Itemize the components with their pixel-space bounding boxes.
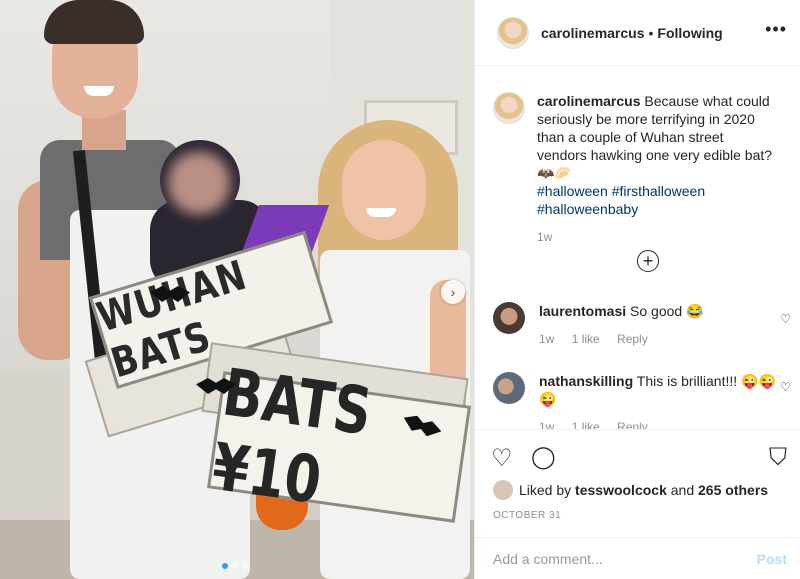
hashtag-link[interactable]: #firsthalloween	[612, 183, 705, 199]
author-avatar[interactable]	[497, 16, 529, 49]
add-comment-input[interactable]	[493, 551, 733, 567]
comment-body: nathanskilling This is brilliant!!! 😜😜😜 …	[539, 372, 779, 429]
comment-meta: 1w 1 like Reply	[539, 330, 779, 348]
carousel-dots	[222, 563, 248, 569]
woman-face	[342, 140, 426, 240]
following-button[interactable]: Following	[657, 25, 722, 41]
reply-button[interactable]: Reply	[617, 332, 648, 346]
more-options-icon[interactable]: •••	[765, 20, 787, 38]
comment-time[interactable]: 1w	[539, 332, 554, 346]
liker-username[interactable]: tesswoolcock	[575, 482, 667, 498]
woman-smile	[366, 208, 396, 217]
comment-username[interactable]: laurentomasi	[539, 303, 626, 319]
carousel-dot[interactable]	[232, 563, 238, 569]
likes-and: and	[670, 482, 695, 498]
man-hair	[44, 0, 144, 44]
commenter-avatar[interactable]	[493, 302, 525, 334]
comment-likes[interactable]: 1 like	[572, 420, 600, 429]
sign-bats-price: BATS ¥10	[207, 356, 471, 523]
post-photo[interactable]: WUHAN BATS BATS ¥10 ›	[0, 0, 474, 579]
likes-prefix: Liked by	[519, 482, 572, 498]
caption-avatar[interactable]	[493, 92, 525, 124]
comment-bubble-icon[interactable]: ◯	[531, 444, 556, 470]
bookmark-icon[interactable]: ⛉	[769, 444, 787, 472]
post-date[interactable]: OCTOBER 31	[493, 510, 561, 521]
comment-likes[interactable]: 1 like	[572, 332, 600, 346]
like-comment-heart-icon[interactable]: ♡	[780, 312, 791, 326]
comment-meta: 1w 1 like Reply	[539, 418, 779, 429]
add-comment-bar: Post	[475, 537, 800, 579]
hashtag-link[interactable]: #halloween	[537, 183, 608, 199]
likes-summary: Liked by tesswoolcock and 265 others	[493, 480, 768, 500]
liker-avatar[interactable]	[493, 480, 513, 500]
likes-others-link[interactable]: 265 others	[698, 482, 768, 498]
like-comment-heart-icon[interactable]: ♡	[780, 380, 791, 394]
caption-username[interactable]: carolinemarcus	[537, 93, 641, 109]
caption-row: carolinemarcus Because what could seriou…	[493, 92, 777, 246]
plus-circle-icon: +	[642, 251, 654, 271]
comment-text: So good 😂	[630, 303, 704, 319]
comments-section[interactable]: carolinemarcus Because what could seriou…	[475, 66, 800, 429]
action-bar: ♡ ◯ ⛉ Liked by tesswoolcock and 265 othe…	[475, 429, 800, 579]
chevron-right-icon: ›	[450, 284, 456, 300]
post-comment-button[interactable]: Post	[757, 551, 787, 567]
commenter-avatar[interactable]	[493, 372, 525, 404]
post-side-panel: carolinemarcus • Following ••• carolinem…	[474, 0, 800, 579]
header-separator: •	[648, 24, 654, 41]
like-heart-icon[interactable]: ♡	[491, 444, 513, 473]
comment-body: laurentomasi So good 😂 1w 1 like Reply	[539, 302, 779, 348]
load-more-comments-button[interactable]: +	[637, 250, 659, 272]
caption-meta: 1w	[537, 228, 777, 246]
comment-time[interactable]: 1w	[539, 420, 554, 429]
carousel-dot[interactable]	[222, 563, 228, 569]
comment-row: nathanskilling This is brilliant!!! 😜😜😜 …	[493, 372, 779, 429]
post-header: carolinemarcus • Following •••	[475, 0, 800, 66]
author-username[interactable]: carolinemarcus	[541, 25, 645, 41]
carousel-dot[interactable]	[242, 563, 248, 569]
next-photo-button[interactable]: ›	[441, 280, 465, 304]
hashtag-link[interactable]: #halloweenbaby	[537, 201, 638, 217]
comment-row: laurentomasi So good 😂 1w 1 like Reply	[493, 302, 779, 348]
caption-time[interactable]: 1w	[537, 230, 552, 244]
caption-body: carolinemarcus Because what could seriou…	[537, 92, 777, 246]
reply-button[interactable]: Reply	[617, 420, 648, 429]
comment-username[interactable]: nathanskilling	[539, 373, 633, 389]
blurred-face	[168, 152, 230, 214]
